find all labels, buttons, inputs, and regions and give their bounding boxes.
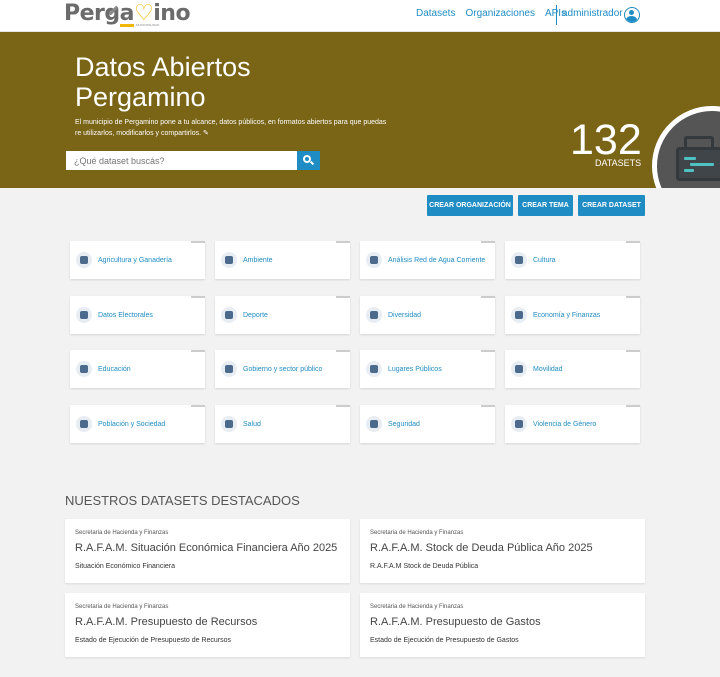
logo-tagline: MUNICIPALIDAD <box>120 23 170 27</box>
topic-card[interactable]: Gobierno y sector público <box>215 350 350 388</box>
topic-icon <box>366 416 382 432</box>
topic-icon <box>221 361 237 377</box>
topic-label: Violencia de Género <box>533 420 597 428</box>
topic-icon <box>76 416 92 432</box>
topic-label: Datos Electorales <box>98 311 153 319</box>
dataset-title[interactable]: R.A.F.A.M. Presupuesto de Gastos <box>370 616 541 628</box>
dataset-subtitle: Situación Económico Financiera <box>75 563 175 570</box>
topic-icon <box>76 307 92 323</box>
topic-card[interactable]: Diversidad <box>360 296 495 334</box>
dataset-title[interactable]: R.A.F.A.M. Situación Económica Financier… <box>75 542 337 554</box>
hero-title: Datos Abiertos Pergamino <box>75 52 251 112</box>
hero-description: El municipio de Pergamino pone a tu alca… <box>75 119 387 137</box>
search-button[interactable] <box>297 151 320 170</box>
dataset-count-label: DATASETS <box>595 158 642 168</box>
topic-icon <box>221 252 237 268</box>
topic-card[interactable]: Violencia de Género <box>505 405 640 443</box>
topic-card[interactable]: Población y Sociedad <box>70 405 205 443</box>
dataset-title[interactable]: R.A.F.A.M. Presupuesto de Recursos <box>75 616 257 628</box>
topic-label: Análisis Red de Agua Corriente <box>388 256 486 264</box>
topic-icon <box>511 252 527 268</box>
topic-card[interactable]: Deporte <box>215 296 350 334</box>
featured-dataset-card[interactable]: Secretaria de Hacienda y Finanzas R.A.F.A… <box>65 519 350 583</box>
dataset-subtitle: Estado de Ejecución de Presupuesto de Ga… <box>370 637 519 644</box>
topic-icon <box>76 361 92 377</box>
topic-label: Lugares Públicos <box>388 365 442 373</box>
topic-card[interactable]: Lugares Públicos <box>360 350 495 388</box>
featured-dataset-card[interactable]: Secretaria de Hacienda y Finanzas R.A.F.A… <box>360 593 645 657</box>
topic-label: Economía y Finanzas <box>533 311 601 319</box>
topic-icon <box>221 416 237 432</box>
topic-label: Deporte <box>243 311 268 319</box>
user-avatar-icon[interactable] <box>624 7 640 23</box>
topic-icon <box>511 307 527 323</box>
topic-icon <box>511 416 527 432</box>
topic-icon <box>511 361 527 377</box>
topic-label: Diversidad <box>388 311 422 319</box>
featured-dataset-card[interactable]: Secretaria de Hacienda y Finanzas R.A.F.A… <box>360 519 645 583</box>
logo-wordmark: Perga♡ino <box>64 1 191 26</box>
topic-card[interactable]: Seguridad <box>360 405 495 443</box>
topic-icon <box>366 307 382 323</box>
topic-card[interactable]: Salud <box>215 405 350 443</box>
topic-card[interactable]: Agricultura y Ganadería <box>70 241 205 279</box>
topic-card[interactable]: Movilidad <box>505 350 640 388</box>
dataset-organization: Secretaria de Hacienda y Finanzas <box>75 530 169 536</box>
topic-icon <box>221 307 237 323</box>
dataset-subtitle: Estado de Ejecución de Presupuesto de Re… <box>75 637 232 644</box>
dataset-subtitle: R.A.F.A.M Stock de Deuda Pública <box>370 563 479 570</box>
topic-label: Seguridad <box>388 420 420 428</box>
topic-icon <box>366 252 382 268</box>
topic-card[interactable]: Economía y Finanzas <box>505 296 640 334</box>
dataset-count: 132 <box>570 116 642 164</box>
pergamino-logo[interactable]: Perga♡ino MUNICIPALIDAD <box>64 1 191 29</box>
topic-label: Ambiente <box>243 256 273 264</box>
dataset-organization: Secretaria de Hacienda y Finanzas <box>370 530 464 536</box>
dataset-organization: Secretaria de Hacienda y Finanzas <box>370 604 464 610</box>
hero-banner: Datos Abiertos Pergamino El municipio de… <box>0 32 720 188</box>
dataset-title[interactable]: R.A.F.A.M. Stock de Deuda Pública Año 20… <box>370 542 593 554</box>
create-dataset-button[interactable]: CREAR DATASET <box>578 195 645 216</box>
featured-section-title: NUESTROS DATASETS DESTACADOS <box>65 493 300 508</box>
topic-card[interactable]: Cultura <box>505 241 640 279</box>
top-navbar: Perga♡ino MUNICIPALIDAD Datasets Organiz… <box>0 0 720 32</box>
topic-label: Educación <box>98 365 131 373</box>
topic-label: Gobierno y sector público <box>243 365 323 373</box>
nav-organizations[interactable]: Organizaciones <box>465 8 534 19</box>
create-organization-button[interactable]: CREAR ORGANIZACIÓN <box>427 195 513 216</box>
topic-icon <box>76 252 92 268</box>
topic-card[interactable]: Datos Electorales <box>70 296 205 334</box>
dataset-search <box>66 151 320 170</box>
topic-card[interactable]: Análisis Red de Agua Corriente <box>360 241 495 279</box>
topic-label: Agricultura y Ganadería <box>98 256 172 264</box>
nav-divider <box>556 5 557 25</box>
topic-card[interactable]: Educación <box>70 350 205 388</box>
nav-user-link[interactable]: administrador <box>562 8 623 19</box>
dataset-organization: Secretaria de Hacienda y Finanzas <box>75 604 169 610</box>
search-input[interactable] <box>66 151 298 170</box>
topic-label: Salud <box>243 420 261 428</box>
topic-icon <box>366 361 382 377</box>
create-topic-button[interactable]: CREAR TEMA <box>518 195 573 216</box>
topic-label: Movilidad <box>533 365 563 373</box>
topic-label: Población y Sociedad <box>98 420 166 428</box>
topic-card[interactable]: Ambiente <box>215 241 350 279</box>
featured-dataset-card[interactable]: Secretaria de Hacienda y Finanzas R.A.F.A… <box>65 593 350 657</box>
edit-pencil-icon[interactable]: ✎ <box>203 130 209 137</box>
nav-datasets[interactable]: Datasets <box>416 8 455 19</box>
topic-label: Cultura <box>533 256 556 264</box>
